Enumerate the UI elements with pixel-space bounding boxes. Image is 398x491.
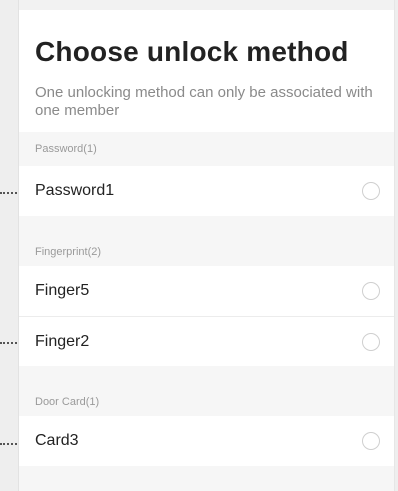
list-item-finger5[interactable]: Finger5 [19, 266, 394, 316]
item-label: Password1 [35, 182, 115, 199]
section-header-door-card: Door Card(1) [19, 366, 394, 416]
status-strip [19, 0, 394, 10]
connector-line-password1 [0, 192, 17, 194]
connector-line-finger2 [0, 342, 17, 344]
item-label: Finger2 [35, 332, 90, 350]
section-header-password: Password(1) [19, 132, 394, 166]
radio-unchecked-icon[interactable] [362, 282, 380, 300]
radio-unchecked-icon[interactable] [362, 332, 380, 351]
radio-unchecked-icon[interactable] [362, 182, 380, 200]
list-item-card3[interactable]: Card3 [19, 416, 394, 466]
list-item-password1[interactable]: Password1 [19, 166, 394, 216]
connector-line-card3 [0, 443, 17, 445]
page-header: Choose unlock method One unlocking metho… [19, 10, 394, 132]
radio-unchecked-icon[interactable] [362, 432, 380, 450]
item-label: Finger5 [35, 282, 90, 299]
section-header-fingerprint: Fingerprint(2) [19, 216, 394, 266]
list-item-finger2[interactable]: Finger2 [19, 316, 394, 366]
page-title: Choose unlock method [35, 36, 349, 67]
unlock-method-screen: Choose unlock method One unlocking metho… [18, 0, 395, 491]
page-subtitle: One unlocking method can only be associa… [35, 84, 373, 119]
item-label: Card3 [35, 432, 79, 449]
